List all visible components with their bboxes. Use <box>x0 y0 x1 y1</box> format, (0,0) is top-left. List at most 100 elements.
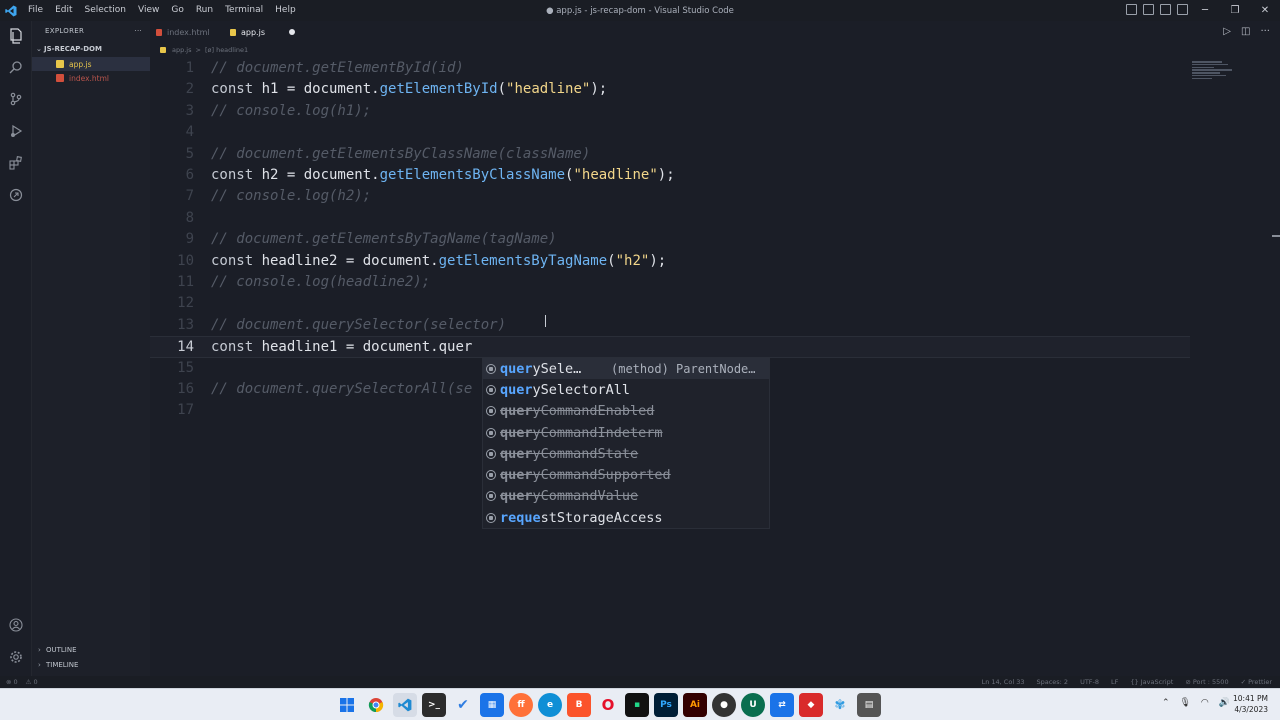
suggestion-item[interactable]: queryCommandValue <box>483 486 769 507</box>
vscode-taskbar-icon[interactable] <box>393 693 417 717</box>
code-line[interactable]: 6 const h2 = document.getElementsByClassN… <box>150 165 1190 186</box>
status-problems-item[interactable]: ⚠ 0 <box>26 678 38 686</box>
taskbar-clock[interactable]: 10:41 PM 4/3/2023 <box>1233 693 1268 715</box>
menu-item-selection[interactable]: Selection <box>79 0 132 21</box>
remote-explorer-icon[interactable] <box>7 186 25 204</box>
tab-index-html[interactable]: index.html <box>150 21 224 43</box>
file-item-app-js[interactable]: app.js <box>32 57 150 71</box>
manage-gear-icon[interactable] <box>7 648 25 666</box>
taskbar-apps: >_ ✔ ▦ ff e B O ▪ Ps Ai ● U ⇄ ◆ ✾ ▤ <box>335 693 881 717</box>
suggestion-item[interactable]: queryCommandEnabled <box>483 401 769 422</box>
volume-icon[interactable]: 🔊 <box>1219 698 1230 708</box>
suggestion-item[interactable]: queryCommandIndeterm <box>483 422 769 443</box>
code-line[interactable]: 11 // console.log(headline2); <box>150 272 1190 293</box>
menu-item-terminal[interactable]: Terminal <box>219 0 269 21</box>
suggestion-rest: yCommandIndeterm <box>532 424 663 441</box>
code-line[interactable]: 1 // document.getElementById(id) <box>150 58 1190 79</box>
status-item[interactable]: Ln 14, Col 33 <box>982 678 1025 686</box>
run-debug-icon[interactable] <box>7 122 25 140</box>
code-line[interactable]: 14 const headline1 = document.quer <box>150 336 1190 358</box>
intellisense-suggest-widget[interactable]: querySele… (method) ParentNode… querySelec… <box>482 357 770 529</box>
github-desktop-icon[interactable]: ● <box>712 693 736 717</box>
code-line[interactable]: 8 <box>150 208 1190 229</box>
status-item[interactable]: Spaces: 2 <box>1036 678 1068 686</box>
close-icon[interactable]: ✕ <box>1250 0 1280 21</box>
menu-item-run[interactable]: Run <box>190 0 219 21</box>
chevron-up-icon[interactable]: ⌃ <box>1162 698 1170 708</box>
status-item[interactable]: ✓ Prettier <box>1241 678 1272 686</box>
terminal-icon[interactable]: >_ <box>422 693 446 717</box>
opera-icon[interactable]: O <box>596 693 620 717</box>
suggestion-item[interactable]: requestStorageAccess <box>483 507 769 528</box>
suggestion-item[interactable]: querySele… (method) ParentNode… <box>483 358 769 380</box>
code-line[interactable]: 13 // document.querySelector(selector) <box>150 315 1190 336</box>
restore-icon[interactable]: ❐ <box>1220 0 1250 21</box>
code-line[interactable]: 9 // document.getElementsByTagName(tagNam… <box>150 229 1190 250</box>
search-icon[interactable] <box>7 58 25 76</box>
minimize-icon[interactable]: ─ <box>1190 0 1220 21</box>
timeline-section[interactable]: › TIMELINE <box>32 661 150 669</box>
file-item-index-html[interactable]: index.html <box>32 71 150 85</box>
suggestion-item[interactable]: queryCommandState <box>483 443 769 464</box>
status-problems-item[interactable]: ⊗ 0 <box>6 678 18 686</box>
menu-item-edit[interactable]: Edit <box>49 0 78 21</box>
menu-item-view[interactable]: View <box>132 0 165 21</box>
wifi-icon[interactable]: ◠ <box>1201 698 1209 708</box>
store-icon[interactable]: ▦ <box>480 693 504 717</box>
chrome-icon[interactable] <box>364 693 388 717</box>
jetbrains-icon[interactable]: ▪ <box>625 693 649 717</box>
code-line[interactable]: 10 const headline2 = document.getElements… <box>150 251 1190 272</box>
upwork-icon[interactable]: U <box>741 693 765 717</box>
more-actions-icon[interactable]: ··· <box>1260 26 1270 37</box>
tab-app-js[interactable]: app.js <box>224 21 308 43</box>
calculator-icon[interactable]: ▤ <box>857 693 881 717</box>
account-icon[interactable] <box>7 616 25 634</box>
code-line[interactable]: 3 // console.log(h1); <box>150 101 1190 122</box>
firefox-icon[interactable]: ff <box>509 693 533 717</box>
outline-section[interactable]: › OUTLINE <box>32 646 150 654</box>
status-item[interactable]: {} JavaScript <box>1130 678 1173 686</box>
source-control-icon[interactable] <box>7 90 25 108</box>
status-item[interactable]: ⊘ Port : 5500 <box>1185 678 1228 686</box>
illustrator-icon[interactable]: Ai <box>683 693 707 717</box>
code-line[interactable]: 2 const h1 = document.getElementById("hea… <box>150 79 1190 100</box>
brave-icon[interactable]: B <box>567 693 591 717</box>
menu-item-help[interactable]: Help <box>269 0 302 21</box>
suggestion-rest: ySele… <box>532 360 582 377</box>
code-line[interactable]: 5 // document.getElementsByClassName(clas… <box>150 144 1190 165</box>
split-editor-icon[interactable]: ◫ <box>1241 26 1250 37</box>
explorer-more-button[interactable]: ··· <box>134 27 142 35</box>
suggestion-item[interactable]: queryCommandSupported <box>483 464 769 485</box>
code-line[interactable]: 7 // console.log(h2); <box>150 186 1190 207</box>
code-line[interactable]: 4 <box>150 122 1190 143</box>
edge-icon[interactable]: e <box>538 693 562 717</box>
explorer-icon[interactable] <box>7 27 25 45</box>
code-line[interactable]: 12 <box>150 293 1190 314</box>
photoshop-icon[interactable]: Ps <box>654 693 678 717</box>
menu-item-file[interactable]: File <box>22 0 49 21</box>
editor-tabs: index.html app.js ▷ ◫ ··· <box>150 21 1280 43</box>
customize-layout-icon[interactable] <box>1177 4 1188 15</box>
code-text: // console.log(h2); <box>211 186 371 207</box>
todo-check-icon[interactable]: ✔ <box>451 693 475 717</box>
skype-butterfly-icon[interactable]: ✾ <box>828 693 852 717</box>
workspace-folder[interactable]: ⌄ JS-RECAP-DOM <box>32 41 150 57</box>
breadcrumb-file[interactable]: app.js <box>172 46 192 54</box>
windows-start-icon[interactable] <box>335 693 359 717</box>
minimap[interactable] <box>1192 61 1236 83</box>
extensions-icon[interactable] <box>7 154 25 172</box>
anydesk-icon[interactable]: ◆ <box>799 693 823 717</box>
unsaved-dot-icon[interactable] <box>289 29 295 35</box>
remote-desktop-icon[interactable]: ⇄ <box>770 693 794 717</box>
menu-item-go[interactable]: Go <box>165 0 189 21</box>
toggle-secondary-sidebar-icon[interactable] <box>1160 4 1171 15</box>
breadcrumb-symbol[interactable]: [ø] headline1 <box>205 46 248 54</box>
status-item[interactable]: UTF-8 <box>1080 678 1099 686</box>
toggle-sidebar-icon[interactable] <box>1126 4 1137 15</box>
toggle-panel-icon[interactable] <box>1143 4 1154 15</box>
suggestion-item[interactable]: querySelectorAll <box>483 379 769 400</box>
status-item[interactable]: LF <box>1111 678 1118 686</box>
code-token: const <box>211 252 262 269</box>
run-file-icon[interactable]: ▷ <box>1223 26 1231 37</box>
microphone-icon[interactable]: 🎙 <box>1179 698 1190 708</box>
